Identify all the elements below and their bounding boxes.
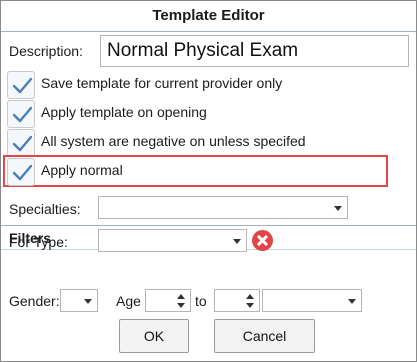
checkbox[interactable] (7, 158, 35, 186)
chevron-down-icon (84, 299, 92, 304)
ok-button[interactable]: OK (119, 319, 189, 353)
cancel-button[interactable]: Cancel (214, 319, 315, 353)
specialties-dropdown[interactable] (98, 196, 348, 219)
dialog-title: Template Editor (152, 7, 265, 24)
chevron-down-icon[interactable] (246, 303, 254, 308)
chevron-down-icon[interactable] (348, 299, 356, 304)
gender-dropdown[interactable] (60, 289, 98, 312)
title-divider (1, 31, 416, 32)
gender-label: Gender: (9, 293, 60, 309)
age-unit-dropdown[interactable] (262, 289, 362, 312)
age-label: Age (116, 293, 141, 309)
option-label: Apply normal (41, 162, 123, 178)
for-type-dropdown[interactable] (98, 229, 247, 252)
chevron-down-icon[interactable] (177, 303, 185, 308)
checkmark-icon (12, 77, 33, 94)
chevron-down-icon (233, 239, 241, 244)
checkbox[interactable] (7, 129, 35, 157)
checkbox[interactable] (7, 100, 35, 128)
template-editor-dialog: Template Editor Description: Normal Phys… (0, 0, 417, 362)
checkbox[interactable] (7, 71, 35, 99)
checkmark-icon (12, 135, 33, 152)
for-type-label-text: For Type: (9, 234, 68, 250)
clear-icon[interactable] (252, 230, 273, 251)
option-label: Apply template on opening (41, 104, 207, 120)
option-label: All system are negative on unless specif… (41, 133, 306, 149)
age-to-label: to (195, 293, 207, 309)
chevron-up-icon[interactable] (246, 294, 254, 299)
checkmark-icon (12, 164, 33, 181)
chevron-down-icon (334, 206, 342, 211)
filters-divider-top (1, 225, 416, 226)
checkmark-icon (12, 106, 33, 123)
specialties-label: Specialties: (9, 201, 81, 217)
age-from-stepper[interactable] (145, 289, 191, 312)
chevron-up-icon[interactable] (177, 294, 185, 299)
description-input[interactable]: Normal Physical Exam (100, 35, 409, 67)
description-label: Description: (9, 43, 83, 59)
age-to-stepper[interactable] (214, 289, 260, 312)
option-label: Save template for current provider only (41, 75, 283, 91)
